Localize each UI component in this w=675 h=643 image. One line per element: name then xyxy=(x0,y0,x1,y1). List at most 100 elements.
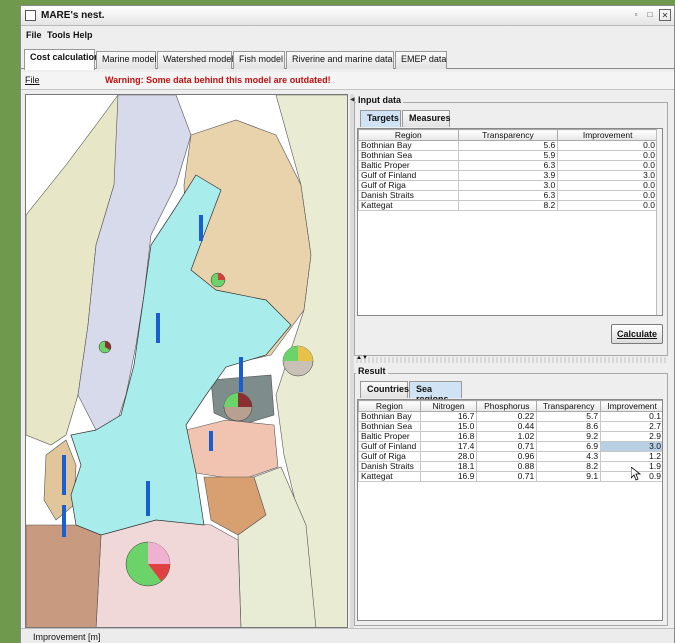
cell-region[interactable]: Danish Straits xyxy=(358,461,421,472)
cell-phosphorus[interactable]: 0.71 xyxy=(476,441,538,452)
cell-transparency[interactable]: 5.9 xyxy=(457,150,559,161)
cell-improvement[interactable]: 2.7 xyxy=(600,421,662,432)
cell-improvement[interactable]: 0.0 xyxy=(557,180,658,191)
cell-region[interactable]: Baltic Proper xyxy=(358,160,459,171)
close-icon[interactable]: ✕ xyxy=(659,9,671,21)
cell-transparency[interactable]: 6.9 xyxy=(536,441,602,452)
menu-file[interactable]: File xyxy=(26,30,42,40)
menu-tools[interactable]: Tools xyxy=(47,30,70,40)
minimize-icon[interactable]: ▫ xyxy=(630,9,642,21)
cell-transparency[interactable]: 3.9 xyxy=(457,170,559,181)
cell-phosphorus[interactable]: 1.02 xyxy=(476,431,538,442)
table-row[interactable]: Baltic Proper 6.3 0.0 xyxy=(358,160,658,171)
vertical-splitter[interactable]: ▲▼ xyxy=(356,355,668,363)
cell-improvement[interactable]: 0.0 xyxy=(557,150,658,161)
col-phosphorus[interactable]: Phosphorus xyxy=(476,400,538,412)
cell-region[interactable]: Gulf of Riga xyxy=(358,180,459,191)
cell-nitrogen[interactable]: 15.0 xyxy=(419,421,478,432)
maximize-icon[interactable]: □ xyxy=(644,9,656,21)
tab-riverine-marine-data[interactable]: Riverine and marine data xyxy=(286,51,394,69)
col-transparency[interactable]: Transparency xyxy=(536,400,602,412)
cell-region[interactable]: Bothnian Sea xyxy=(358,421,421,432)
cell-phosphorus[interactable]: 0.22 xyxy=(476,411,538,422)
table-row[interactable]: Danish Straits 18.1 0.88 8.2 1.9 xyxy=(358,461,662,472)
table-row[interactable]: Kattegat 16.9 0.71 9.1 0.9 xyxy=(358,471,662,482)
tab-emep-data[interactable]: EMEP data xyxy=(395,51,447,69)
col-transparency[interactable]: Transparency xyxy=(457,129,559,141)
cell-transparency[interactable]: 8.6 xyxy=(536,421,602,432)
targets-table[interactable]: Region Transparency Improvement Bothnian… xyxy=(357,128,663,316)
cell-improvement[interactable]: 0.0 xyxy=(557,190,658,201)
calculate-button[interactable]: Calculate xyxy=(611,324,663,344)
cell-region[interactable]: Gulf of Finland xyxy=(358,170,459,181)
cell-transparency[interactable]: 5.7 xyxy=(536,411,602,422)
tab-fish-model[interactable]: Fish model xyxy=(233,51,285,69)
table-row[interactable]: Bothnian Bay 5.6 0.0 xyxy=(358,140,658,151)
tab-sea-regions[interactable]: Sea regions xyxy=(409,381,462,404)
col-nitrogen[interactable]: Nitrogen xyxy=(419,400,478,412)
baltic-map[interactable] xyxy=(25,94,348,628)
cell-nitrogen[interactable]: 16.7 xyxy=(419,411,478,422)
col-improvement[interactable]: Improvement xyxy=(557,129,658,141)
cell-improvement[interactable]: 0.0 xyxy=(557,160,658,171)
cell-phosphorus[interactable]: 0.88 xyxy=(476,461,538,472)
table-row-selected[interactable]: Gulf of Finland 17.4 0.71 6.9 3.0 xyxy=(358,441,662,452)
col-improvement[interactable]: Improvement xyxy=(600,400,662,412)
model-file-menu[interactable]: File xyxy=(25,75,40,85)
cell-nitrogen[interactable]: 16.8 xyxy=(419,431,478,442)
tab-watershed-model[interactable]: Watershed model xyxy=(157,51,233,69)
cell-improvement[interactable]: 0.0 xyxy=(557,140,658,151)
map-canvas[interactable] xyxy=(26,95,348,628)
table-row[interactable]: Gulf of Finland 3.9 3.0 xyxy=(358,170,658,181)
cell-improvement[interactable]: 3.0 xyxy=(557,170,658,181)
cell-phosphorus[interactable]: 0.44 xyxy=(476,421,538,432)
cell-transparency[interactable]: 8.2 xyxy=(457,200,559,211)
tab-cost-calculation[interactable]: Cost calculation xyxy=(24,49,100,70)
tab-measures[interactable]: Measures xyxy=(402,110,451,127)
tab-marine-model[interactable]: Marine model xyxy=(96,51,157,69)
cell-transparency[interactable]: 6.3 xyxy=(457,190,559,201)
targets-scrollbar[interactable] xyxy=(656,129,662,315)
cell-nitrogen[interactable]: 18.1 xyxy=(419,461,478,472)
table-row[interactable]: Gulf of Riga 3.0 0.0 xyxy=(358,180,658,191)
result-table[interactable]: Region Nitrogen Phosphorus Transparency … xyxy=(357,399,663,621)
cell-phosphorus[interactable]: 0.71 xyxy=(476,471,538,482)
table-row[interactable]: Bothnian Bay 16.7 0.22 5.7 0.1 xyxy=(358,411,662,422)
menu-help[interactable]: Help xyxy=(73,30,93,40)
cell-transparency[interactable]: 9.1 xyxy=(536,471,602,482)
col-region[interactable]: Region xyxy=(358,400,421,412)
tab-targets[interactable]: Targets xyxy=(360,110,401,127)
cell-phosphorus[interactable]: 0.96 xyxy=(476,451,538,462)
cell-improvement[interactable]: 1.2 xyxy=(600,451,662,462)
cell-region[interactable]: Gulf of Riga xyxy=(358,451,421,462)
cell-nitrogen[interactable]: 28.0 xyxy=(419,451,478,462)
cell-improvement[interactable]: 2.9 xyxy=(600,431,662,442)
cell-transparency[interactable]: 9.2 xyxy=(536,431,602,442)
cell-improvement[interactable]: 0.0 xyxy=(557,200,658,211)
cell-transparency[interactable]: 8.2 xyxy=(536,461,602,472)
table-row[interactable]: Kattegat 8.2 0.0 xyxy=(358,200,658,211)
cell-transparency[interactable]: 5.6 xyxy=(457,140,559,151)
cell-transparency[interactable]: 3.0 xyxy=(457,180,559,191)
cell-region[interactable]: Bothnian Bay xyxy=(358,411,421,422)
cell-improvement-selected[interactable]: 3.0 xyxy=(600,441,662,452)
col-region[interactable]: Region xyxy=(358,129,459,141)
cell-region[interactable]: Baltic Proper xyxy=(358,431,421,442)
cell-region[interactable]: Kattegat xyxy=(358,200,459,211)
cell-transparency[interactable]: 6.3 xyxy=(457,160,559,171)
cell-region[interactable]: Bothnian Bay xyxy=(358,140,459,151)
table-row[interactable]: Danish Straits 6.3 0.0 xyxy=(358,190,658,201)
tab-countries[interactable]: Countries xyxy=(360,381,409,398)
cell-region[interactable]: Bothnian Sea xyxy=(358,150,459,161)
cell-transparency[interactable]: 4.3 xyxy=(536,451,602,462)
table-row[interactable]: Baltic Proper 16.8 1.02 9.2 2.9 xyxy=(358,431,662,442)
cell-region[interactable]: Kattegat xyxy=(358,471,421,482)
cell-region[interactable]: Danish Straits xyxy=(358,190,459,201)
cell-region[interactable]: Gulf of Finland xyxy=(358,441,421,452)
table-row[interactable]: Bothnian Sea 15.0 0.44 8.6 2.7 xyxy=(358,421,662,432)
cell-nitrogen[interactable]: 17.4 xyxy=(419,441,478,452)
cell-nitrogen[interactable]: 16.9 xyxy=(419,471,478,482)
table-row[interactable]: Gulf of Riga 28.0 0.96 4.3 1.2 xyxy=(358,451,662,462)
cell-improvement[interactable]: 0.1 xyxy=(600,411,662,422)
table-row[interactable]: Bothnian Sea 5.9 0.0 xyxy=(358,150,658,161)
